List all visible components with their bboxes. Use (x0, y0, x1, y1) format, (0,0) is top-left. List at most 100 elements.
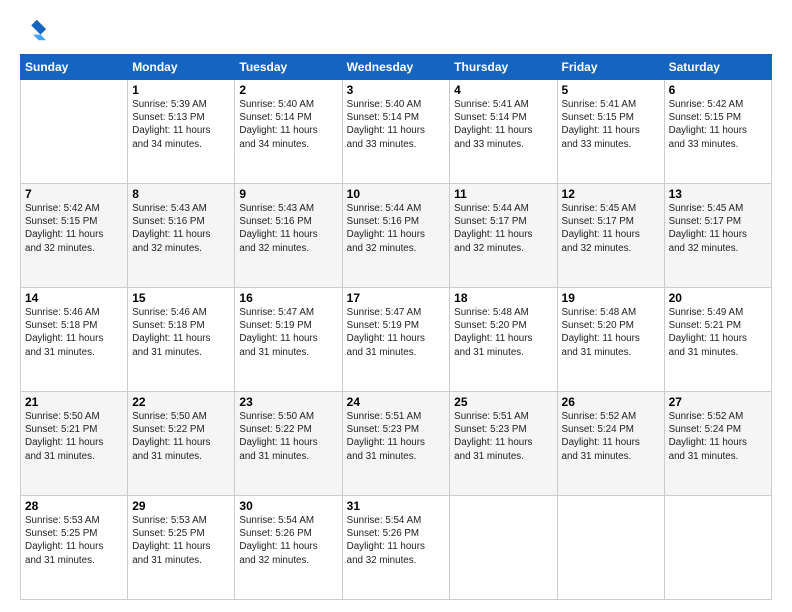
calendar-cell (664, 496, 771, 600)
calendar-header-sunday: Sunday (21, 55, 128, 80)
calendar-cell: 31Sunrise: 5:54 AM Sunset: 5:26 PM Dayli… (342, 496, 450, 600)
calendar-cell: 21Sunrise: 5:50 AM Sunset: 5:21 PM Dayli… (21, 392, 128, 496)
calendar-cell: 9Sunrise: 5:43 AM Sunset: 5:16 PM Daylig… (235, 184, 342, 288)
calendar-cell: 25Sunrise: 5:51 AM Sunset: 5:23 PM Dayli… (450, 392, 557, 496)
calendar-week-1: 7Sunrise: 5:42 AM Sunset: 5:15 PM Daylig… (21, 184, 772, 288)
day-info: Sunrise: 5:49 AM Sunset: 5:21 PM Dayligh… (669, 306, 767, 359)
day-info: Sunrise: 5:42 AM Sunset: 5:15 PM Dayligh… (669, 98, 767, 151)
calendar: SundayMondayTuesdayWednesdayThursdayFrid… (20, 54, 772, 600)
calendar-cell: 14Sunrise: 5:46 AM Sunset: 5:18 PM Dayli… (21, 288, 128, 392)
calendar-cell: 11Sunrise: 5:44 AM Sunset: 5:17 PM Dayli… (450, 184, 557, 288)
day-info: Sunrise: 5:47 AM Sunset: 5:19 PM Dayligh… (239, 306, 337, 359)
day-number: 4 (454, 83, 552, 97)
day-number: 29 (132, 499, 230, 513)
calendar-cell: 10Sunrise: 5:44 AM Sunset: 5:16 PM Dayli… (342, 184, 450, 288)
day-info: Sunrise: 5:51 AM Sunset: 5:23 PM Dayligh… (454, 410, 552, 463)
day-info: Sunrise: 5:48 AM Sunset: 5:20 PM Dayligh… (562, 306, 660, 359)
day-info: Sunrise: 5:41 AM Sunset: 5:15 PM Dayligh… (562, 98, 660, 151)
calendar-week-0: 1Sunrise: 5:39 AM Sunset: 5:13 PM Daylig… (21, 80, 772, 184)
calendar-cell (450, 496, 557, 600)
day-info: Sunrise: 5:47 AM Sunset: 5:19 PM Dayligh… (347, 306, 446, 359)
day-number: 16 (239, 291, 337, 305)
day-info: Sunrise: 5:50 AM Sunset: 5:21 PM Dayligh… (25, 410, 123, 463)
calendar-cell: 23Sunrise: 5:50 AM Sunset: 5:22 PM Dayli… (235, 392, 342, 496)
day-number: 23 (239, 395, 337, 409)
calendar-cell: 5Sunrise: 5:41 AM Sunset: 5:15 PM Daylig… (557, 80, 664, 184)
day-info: Sunrise: 5:54 AM Sunset: 5:26 PM Dayligh… (347, 514, 446, 567)
day-info: Sunrise: 5:40 AM Sunset: 5:14 PM Dayligh… (239, 98, 337, 151)
day-info: Sunrise: 5:52 AM Sunset: 5:24 PM Dayligh… (562, 410, 660, 463)
day-number: 5 (562, 83, 660, 97)
calendar-header-thursday: Thursday (450, 55, 557, 80)
day-info: Sunrise: 5:45 AM Sunset: 5:17 PM Dayligh… (562, 202, 660, 255)
day-info: Sunrise: 5:44 AM Sunset: 5:17 PM Dayligh… (454, 202, 552, 255)
day-number: 27 (669, 395, 767, 409)
day-number: 8 (132, 187, 230, 201)
calendar-header-friday: Friday (557, 55, 664, 80)
calendar-cell (557, 496, 664, 600)
day-info: Sunrise: 5:52 AM Sunset: 5:24 PM Dayligh… (669, 410, 767, 463)
day-info: Sunrise: 5:42 AM Sunset: 5:15 PM Dayligh… (25, 202, 123, 255)
calendar-cell: 12Sunrise: 5:45 AM Sunset: 5:17 PM Dayli… (557, 184, 664, 288)
day-info: Sunrise: 5:53 AM Sunset: 5:25 PM Dayligh… (132, 514, 230, 567)
calendar-cell: 15Sunrise: 5:46 AM Sunset: 5:18 PM Dayli… (128, 288, 235, 392)
day-info: Sunrise: 5:53 AM Sunset: 5:25 PM Dayligh… (25, 514, 123, 567)
day-number: 11 (454, 187, 552, 201)
day-number: 2 (239, 83, 337, 97)
day-number: 28 (25, 499, 123, 513)
day-number: 7 (25, 187, 123, 201)
calendar-cell: 18Sunrise: 5:48 AM Sunset: 5:20 PM Dayli… (450, 288, 557, 392)
calendar-cell: 26Sunrise: 5:52 AM Sunset: 5:24 PM Dayli… (557, 392, 664, 496)
calendar-cell: 17Sunrise: 5:47 AM Sunset: 5:19 PM Dayli… (342, 288, 450, 392)
day-number: 10 (347, 187, 446, 201)
calendar-cell: 27Sunrise: 5:52 AM Sunset: 5:24 PM Dayli… (664, 392, 771, 496)
day-number: 9 (239, 187, 337, 201)
calendar-cell: 28Sunrise: 5:53 AM Sunset: 5:25 PM Dayli… (21, 496, 128, 600)
day-info: Sunrise: 5:54 AM Sunset: 5:26 PM Dayligh… (239, 514, 337, 567)
calendar-cell: 22Sunrise: 5:50 AM Sunset: 5:22 PM Dayli… (128, 392, 235, 496)
day-number: 3 (347, 83, 446, 97)
calendar-cell: 13Sunrise: 5:45 AM Sunset: 5:17 PM Dayli… (664, 184, 771, 288)
day-number: 21 (25, 395, 123, 409)
day-info: Sunrise: 5:51 AM Sunset: 5:23 PM Dayligh… (347, 410, 446, 463)
calendar-header-monday: Monday (128, 55, 235, 80)
day-number: 12 (562, 187, 660, 201)
logo (20, 16, 52, 44)
day-info: Sunrise: 5:50 AM Sunset: 5:22 PM Dayligh… (132, 410, 230, 463)
day-number: 31 (347, 499, 446, 513)
calendar-cell: 29Sunrise: 5:53 AM Sunset: 5:25 PM Dayli… (128, 496, 235, 600)
day-number: 18 (454, 291, 552, 305)
day-info: Sunrise: 5:39 AM Sunset: 5:13 PM Dayligh… (132, 98, 230, 151)
day-number: 30 (239, 499, 337, 513)
calendar-week-3: 21Sunrise: 5:50 AM Sunset: 5:21 PM Dayli… (21, 392, 772, 496)
day-number: 15 (132, 291, 230, 305)
day-info: Sunrise: 5:43 AM Sunset: 5:16 PM Dayligh… (132, 202, 230, 255)
day-info: Sunrise: 5:46 AM Sunset: 5:18 PM Dayligh… (132, 306, 230, 359)
calendar-header-tuesday: Tuesday (235, 55, 342, 80)
day-info: Sunrise: 5:40 AM Sunset: 5:14 PM Dayligh… (347, 98, 446, 151)
calendar-cell: 6Sunrise: 5:42 AM Sunset: 5:15 PM Daylig… (664, 80, 771, 184)
calendar-cell: 2Sunrise: 5:40 AM Sunset: 5:14 PM Daylig… (235, 80, 342, 184)
day-number: 1 (132, 83, 230, 97)
calendar-cell (21, 80, 128, 184)
calendar-week-4: 28Sunrise: 5:53 AM Sunset: 5:25 PM Dayli… (21, 496, 772, 600)
day-info: Sunrise: 5:48 AM Sunset: 5:20 PM Dayligh… (454, 306, 552, 359)
header (20, 16, 772, 44)
day-number: 24 (347, 395, 446, 409)
calendar-cell: 24Sunrise: 5:51 AM Sunset: 5:23 PM Dayli… (342, 392, 450, 496)
logo-icon (20, 16, 48, 44)
calendar-header-wednesday: Wednesday (342, 55, 450, 80)
day-info: Sunrise: 5:43 AM Sunset: 5:16 PM Dayligh… (239, 202, 337, 255)
day-info: Sunrise: 5:44 AM Sunset: 5:16 PM Dayligh… (347, 202, 446, 255)
calendar-cell: 20Sunrise: 5:49 AM Sunset: 5:21 PM Dayli… (664, 288, 771, 392)
page: SundayMondayTuesdayWednesdayThursdayFrid… (0, 0, 792, 612)
day-number: 13 (669, 187, 767, 201)
day-info: Sunrise: 5:45 AM Sunset: 5:17 PM Dayligh… (669, 202, 767, 255)
calendar-week-2: 14Sunrise: 5:46 AM Sunset: 5:18 PM Dayli… (21, 288, 772, 392)
calendar-cell: 30Sunrise: 5:54 AM Sunset: 5:26 PM Dayli… (235, 496, 342, 600)
calendar-header-saturday: Saturday (664, 55, 771, 80)
day-number: 25 (454, 395, 552, 409)
day-info: Sunrise: 5:41 AM Sunset: 5:14 PM Dayligh… (454, 98, 552, 151)
calendar-cell: 3Sunrise: 5:40 AM Sunset: 5:14 PM Daylig… (342, 80, 450, 184)
calendar-cell: 7Sunrise: 5:42 AM Sunset: 5:15 PM Daylig… (21, 184, 128, 288)
